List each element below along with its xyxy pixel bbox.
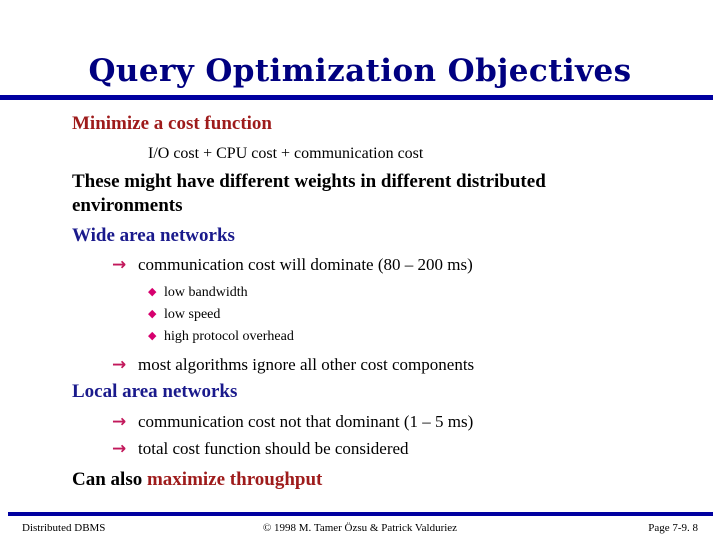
- footer-copyright-label: © 1998 M. Tamer Özsu & Patrick Valduriez: [262, 522, 458, 534]
- slide-body: Minimize a cost function I/O cost + CPU …: [0, 108, 720, 498]
- arrow-right-icon: →: [112, 439, 127, 459]
- bullet-minimize-cost-function: Minimize a cost function: [72, 113, 273, 134]
- title-divider: [0, 95, 713, 100]
- bullet-wide-area-networks: Wide area networks: [72, 225, 235, 246]
- bullet-total-cost-function-label: total cost function should be considered: [138, 439, 409, 458]
- footer-page-number: Page 7-9. 8: [648, 522, 698, 534]
- bullet-can-also-maximize-throughput: Can also maximize throughput: [72, 468, 322, 492]
- bullet-high-protocol-overhead: ◆ high protocol overhead: [148, 326, 294, 346]
- bullet-low-bandwidth: ◆ low bandwidth: [148, 282, 248, 302]
- bullet-low-speed-label: low speed: [164, 307, 221, 322]
- bullet-wan-comm-cost: → communication cost will dominate (80 – …: [112, 254, 473, 276]
- can-also-prefix: Can also: [72, 469, 147, 490]
- bullet-local-area-networks: Local area networks: [72, 381, 238, 402]
- bullet-most-algorithms-label: most algorithms ignore all other cost co…: [138, 355, 475, 374]
- bullet-high-protocol-overhead-label: high protocol overhead: [164, 329, 294, 344]
- bullet-wan-comm-cost-label: communication cost will dominate (80 – 2…: [138, 255, 473, 274]
- diamond-icon: ◆: [148, 285, 157, 298]
- arrow-right-icon: →: [112, 355, 127, 375]
- arrow-right-icon: →: [112, 412, 127, 432]
- slide-footer: Distributed DBMS © 1998 M. Tamer Özsu & …: [0, 521, 720, 539]
- bullet-different-weights: These might have different weights in di…: [72, 171, 546, 216]
- bullet-lan-comm-cost: → communication cost not that dominant (1…: [112, 411, 473, 433]
- page-title: Query Optimization Objectives: [88, 53, 632, 89]
- maximize-throughput-label: maximize throughput: [146, 469, 323, 490]
- diamond-icon: ◆: [148, 307, 157, 320]
- bullet-low-speed: ◆ low speed: [148, 304, 220, 324]
- bullet-lan-comm-cost-label: communication cost not that dominant (1 …: [138, 412, 474, 431]
- bullet-most-algorithms: → most algorithms ignore all other cost c…: [112, 354, 474, 376]
- arrow-right-icon: →: [112, 255, 127, 275]
- bullet-low-bandwidth-label: low bandwidth: [164, 285, 248, 300]
- bullet-cost-formula: I/O cost + CPU cost + communication cost: [148, 145, 424, 162]
- bullet-total-cost-function: → total cost function should be considere…: [112, 438, 409, 460]
- diamond-icon: ◆: [148, 329, 157, 342]
- footer-divider: [8, 512, 713, 516]
